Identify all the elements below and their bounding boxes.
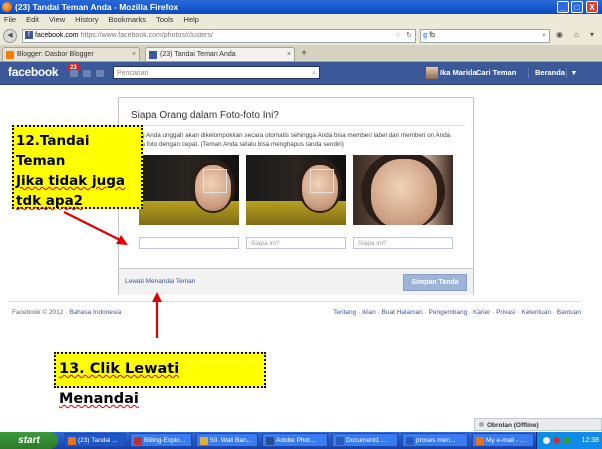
task-label: Billing-Explo...	[144, 437, 186, 444]
clock: 12:38	[581, 437, 599, 444]
chat-label: Obrolan (Offline)	[487, 422, 539, 429]
taskbar-item-proses[interactable]: proses men...	[402, 433, 468, 447]
chat-status-icon	[479, 422, 484, 427]
tray-icon[interactable]	[543, 437, 550, 444]
app-icon	[134, 437, 142, 445]
task-label: (23) Tandai ...	[78, 437, 118, 444]
system-tray: 12:38	[536, 432, 602, 449]
task-label: Adobe Phot...	[276, 437, 316, 444]
arrow-line-12	[63, 211, 125, 243]
taskbar-item-billing[interactable]: Billing-Explo...	[130, 433, 192, 447]
chat-bar[interactable]: Obrolan (Offline)	[474, 418, 602, 431]
word-icon	[406, 437, 414, 445]
folder-icon	[200, 437, 208, 445]
photoshop-icon	[266, 437, 274, 445]
annotation-arrows	[63, 211, 162, 338]
taskbar-item-wali[interactable]: 50. Wali Ban...	[196, 433, 258, 447]
taskbar-item-firefox[interactable]: (23) Tandai ...	[64, 433, 126, 447]
word-icon	[336, 437, 344, 445]
windows-taskbar: start (23) Tandai ... Billing-Explo... 5…	[0, 432, 602, 449]
firefox-icon	[476, 437, 484, 445]
tray-icon[interactable]	[563, 437, 570, 444]
taskbar-item-document[interactable]: Document1 ...	[332, 433, 398, 447]
task-label: 50. Wali Ban...	[210, 437, 253, 444]
arrow-head-13	[152, 292, 162, 302]
tray-icon[interactable]	[553, 437, 560, 444]
taskbar-item-email[interactable]: My e-mail - ...	[472, 433, 534, 447]
task-label: proses men...	[416, 437, 456, 444]
task-label: Document1 ...	[346, 437, 387, 444]
firefox-icon	[68, 437, 76, 445]
taskbar-item-photoshop[interactable]: Adobe Phot...	[262, 433, 328, 447]
task-label: My e-mail - ...	[486, 437, 526, 444]
start-button[interactable]: start	[0, 432, 58, 449]
